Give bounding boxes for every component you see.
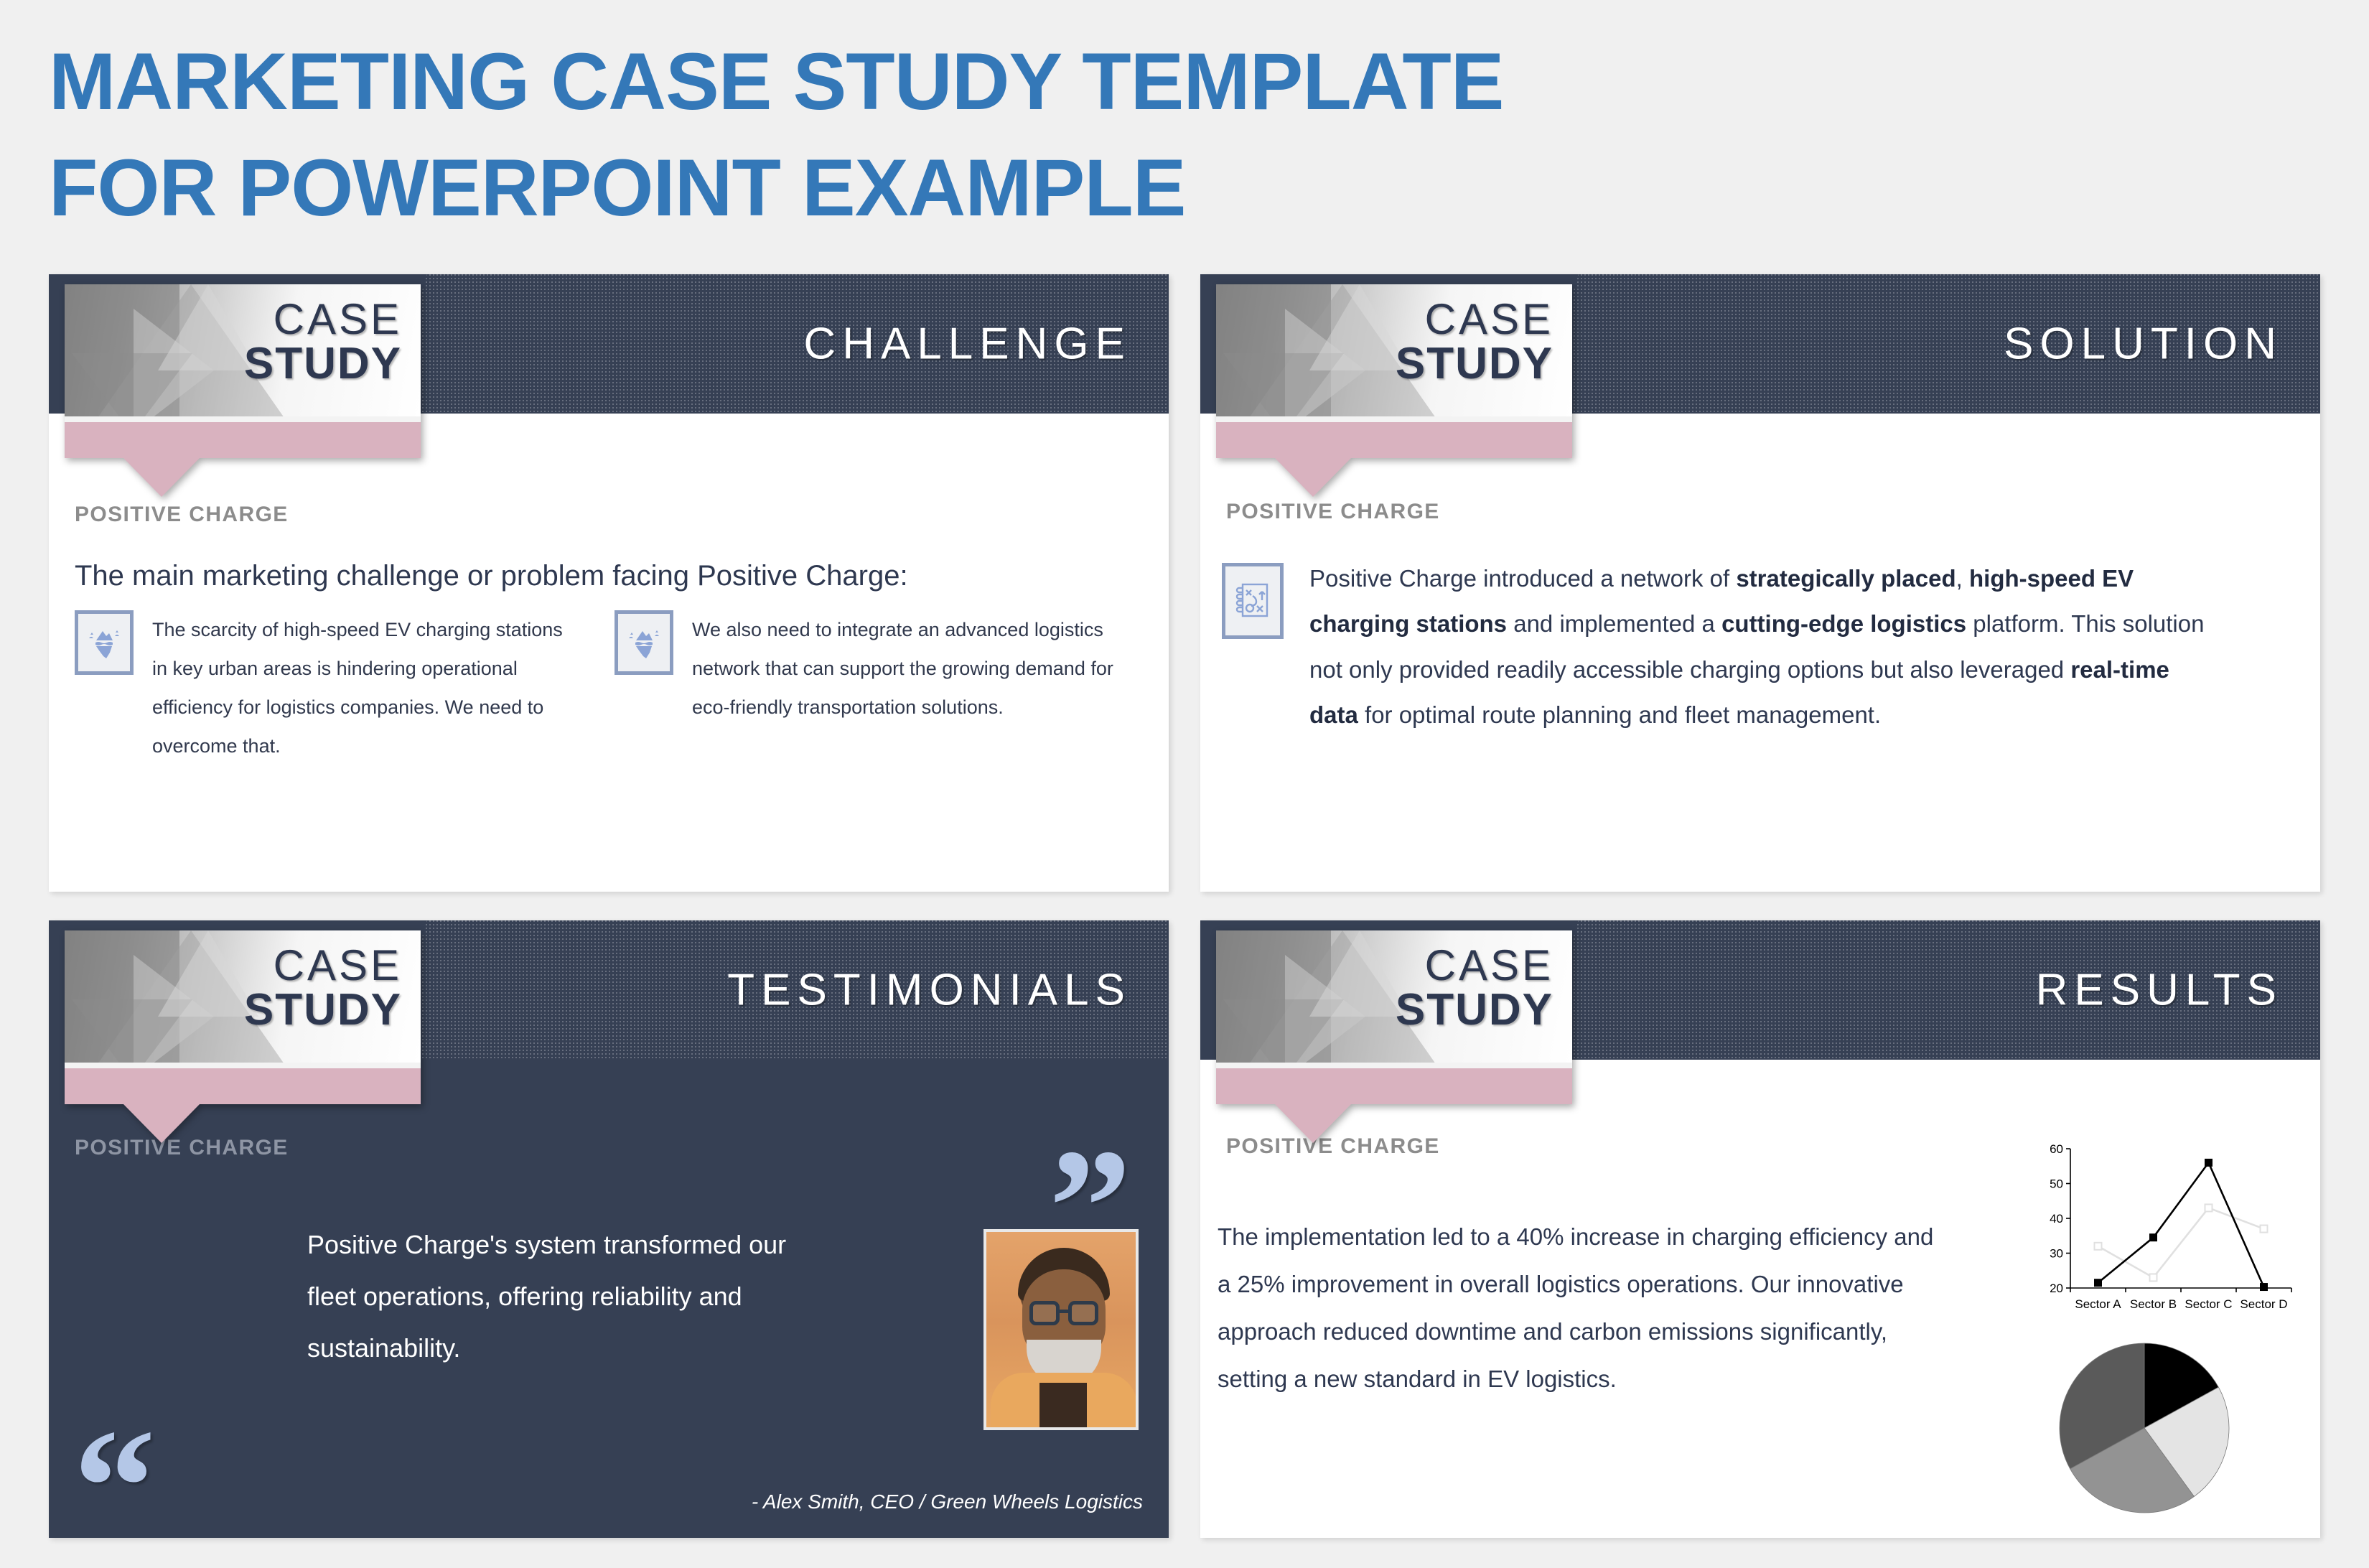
- iceberg-icon: [75, 610, 134, 675]
- svg-text:Sector B: Sector B: [2130, 1297, 2177, 1311]
- logo-line-study: STUDY: [1395, 339, 1553, 389]
- results-pie-chart: [2059, 1343, 2230, 1513]
- text-run: Positive Charge introduced a network of: [1309, 565, 1737, 592]
- logo-text: CASE STUDY: [243, 295, 402, 389]
- ribbon-highlight: [1216, 1063, 1572, 1068]
- portrait-glasses-bridge: [1059, 1310, 1069, 1313]
- line-chart-tick-labels: 20 30 40 50 60: [2050, 1142, 2063, 1295]
- logo-text: CASE STUDY: [243, 941, 402, 1035]
- line-chart-category-labels: Sector A Sector B Sector C Sector D: [2075, 1297, 2287, 1311]
- line-chart-axes: [2066, 1148, 2292, 1292]
- svg-text:Sector D: Sector D: [2240, 1297, 2287, 1311]
- logo-text: CASE STUDY: [1395, 295, 1553, 389]
- list-item: The scarcity of high-speed EV charging s…: [75, 610, 577, 765]
- card-testimonials: TESTIMONIALS CASE STUDY POSITIVE CHARGE …: [49, 920, 1169, 1538]
- logo-image: CASE STUDY: [1216, 930, 1572, 1064]
- slide-page: MARKETING CASE STUDY TEMPLATE FOR POWERP…: [0, 0, 2369, 1568]
- testimonial-quote: Positive Charge's system transformed our…: [307, 1230, 787, 1363]
- logo-line-case: CASE: [273, 941, 402, 989]
- logo-line-case: CASE: [273, 295, 402, 343]
- case-study-logo: CASE STUDY: [1216, 930, 1572, 1143]
- case-study-logo: CASE STUDY: [65, 284, 421, 497]
- svg-text:60: 60: [2050, 1142, 2063, 1156]
- svg-text:Sector A: Sector A: [2075, 1297, 2121, 1311]
- logo-line-case: CASE: [1424, 941, 1553, 989]
- logo-line-case: CASE: [1424, 295, 1553, 343]
- solution-body: Positive Charge introduced a network of …: [1222, 556, 2299, 737]
- portrait-glasses-left: [1029, 1301, 1060, 1325]
- svg-text:30: 30: [2050, 1247, 2063, 1261]
- card-challenge: CHALLENGE CASE STUDY POSITIVE CHARGE The…: [49, 274, 1169, 892]
- quote-open-icon: “: [73, 1395, 156, 1539]
- page-title: MARKETING CASE STUDY TEMPLATE FOR POWERP…: [49, 37, 1504, 233]
- text-run: and implemented a: [1507, 610, 1722, 638]
- logo-line-study: STUDY: [243, 339, 402, 389]
- svg-text:Sector C: Sector C: [2185, 1297, 2232, 1311]
- pink-ribbon: [1216, 1063, 1572, 1143]
- solution-body-text: Positive Charge introduced a network of …: [1309, 556, 2214, 737]
- pink-ribbon: [65, 416, 421, 497]
- challenge-lead-text: The main marketing challenge or problem …: [75, 560, 908, 592]
- text-run-bold: strategically placed: [1736, 565, 1956, 592]
- logo-image: CASE STUDY: [1216, 284, 1572, 418]
- text-run-bold: cutting-edge logistics: [1721, 610, 1967, 638]
- challenge-item-text: The scarcity of high-speed EV charging s…: [152, 619, 563, 757]
- challenge-heading: CHALLENGE: [803, 319, 1131, 369]
- logo-text: CASE STUDY: [1395, 941, 1553, 1035]
- results-line-chart: 2030405060 Sector A Sector B Sector C Secto…: [2050, 1142, 2292, 1311]
- brand-label: POSITIVE CHARGE: [75, 503, 289, 526]
- logo-line-study: STUDY: [243, 985, 402, 1035]
- case-study-logo: CASE STUDY: [65, 930, 421, 1143]
- svg-text:20: 20: [2050, 1282, 2063, 1295]
- brand-label: POSITIVE CHARGE: [1226, 500, 1440, 523]
- svg-text:50: 50: [2050, 1177, 2063, 1191]
- portrait-glasses-right: [1068, 1301, 1098, 1325]
- testimonials-heading: TESTIMONIALS: [727, 965, 1131, 1015]
- ribbon-highlight: [65, 1063, 421, 1068]
- line-chart-series: [2093, 1158, 2268, 1292]
- card-results: RESULTS CASE STUDY POSITIVE CHARGE The i…: [1200, 920, 2320, 1538]
- iceberg-icon: [615, 610, 673, 675]
- ribbon-highlight: [65, 416, 421, 422]
- results-heading: RESULTS: [2035, 965, 2283, 1015]
- pink-ribbon: [1216, 416, 1572, 497]
- text-run: ,: [1956, 565, 1969, 592]
- text-run: for optimal route planning and fleet man…: [1358, 701, 1882, 729]
- card-grid: CHALLENGE CASE STUDY POSITIVE CHARGE The…: [49, 274, 2320, 1538]
- logo-line-study: STUDY: [1395, 985, 1553, 1035]
- ribbon-highlight: [1216, 416, 1572, 422]
- avatar: [983, 1229, 1139, 1430]
- card-solution: SOLUTION CASE STUDY POSITIVE CHARGE Posi…: [1200, 274, 2320, 892]
- logo-image: CASE STUDY: [65, 930, 421, 1064]
- pie-slices: [2059, 1343, 2230, 1513]
- testimonial-attribution: - Alex Smith, CEO / Green Wheels Logisti…: [751, 1490, 1143, 1513]
- pink-ribbon: [65, 1063, 421, 1143]
- svg-text:40: 40: [2050, 1212, 2063, 1226]
- case-study-logo: CASE STUDY: [1216, 284, 1572, 497]
- strategy-playbook-icon: [1222, 563, 1284, 639]
- challenge-items: The scarcity of high-speed EV charging s…: [75, 610, 1144, 765]
- portrait-vest: [1039, 1383, 1087, 1427]
- logo-image: CASE STUDY: [65, 284, 421, 418]
- solution-heading: SOLUTION: [2004, 319, 2283, 369]
- challenge-item-text: We also need to integrate an advanced lo…: [692, 619, 1113, 718]
- results-body-text: The implementation led to a 40% increase…: [1218, 1223, 1934, 1392]
- list-item: We also need to integrate an advanced lo…: [615, 610, 1117, 765]
